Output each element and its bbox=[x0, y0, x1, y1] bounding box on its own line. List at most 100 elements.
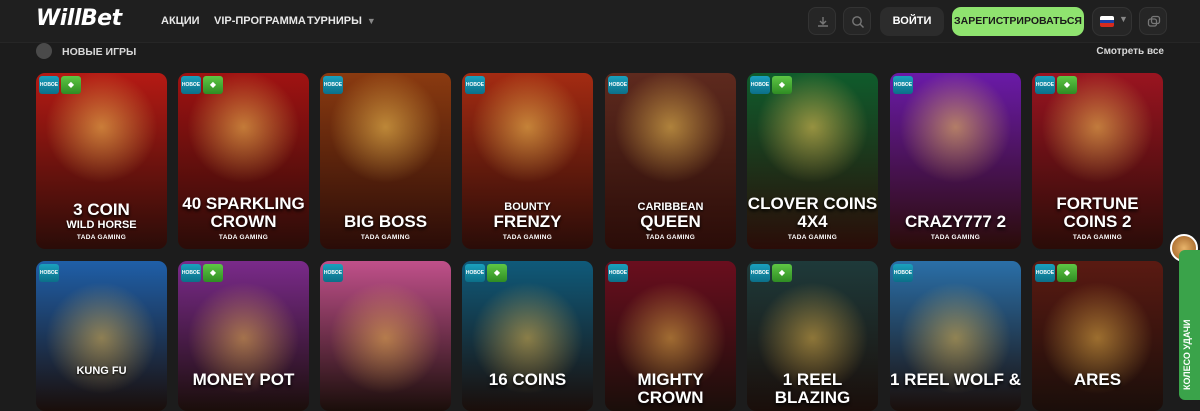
nav-vip-program[interactable]: VIP-ПРОГРАММА bbox=[214, 15, 306, 27]
gem-badge-icon: ◆ bbox=[203, 76, 223, 94]
game-artwork bbox=[320, 261, 451, 401]
game-card[interactable]: НОВОЕ ◆ ARES bbox=[1032, 261, 1163, 411]
card-badges: НОВОЕ ◆ bbox=[181, 76, 223, 94]
card-badges: НОВОЕ bbox=[893, 76, 913, 94]
card-badges: НОВОЕ bbox=[608, 76, 628, 94]
game-title-main: 3 COIN bbox=[73, 200, 130, 219]
game-title-main: FORTUNE COINS 2 bbox=[1056, 194, 1139, 231]
top-header: WillBet АКЦИИ VIP-ПРОГРАММА ТУРНИРЫ ▼ ВОЙ… bbox=[0, 0, 1200, 43]
game-title: 3 COIN WILD HORSE TADA GAMING bbox=[36, 200, 167, 242]
game-title: BOUNTY FRENZY TADA GAMING bbox=[462, 201, 593, 241]
game-card[interactable]: НОВОЕ CARIBBEAN QUEEN TADA GAMING bbox=[605, 73, 736, 249]
card-badges: НОВОЕ bbox=[323, 264, 343, 282]
game-title: 16 COINS bbox=[462, 371, 593, 389]
new-badge: НОВОЕ bbox=[181, 76, 201, 94]
download-button[interactable] bbox=[808, 7, 836, 35]
chat-button[interactable] bbox=[1139, 7, 1167, 35]
card-badges: НОВОЕ ◆ bbox=[750, 264, 792, 282]
game-card[interactable]: НОВОЕ ◆ CLOVER COINS 4X4 TADA GAMING bbox=[747, 73, 878, 249]
new-badge: НОВОЕ bbox=[893, 264, 913, 282]
card-badges: НОВОЕ ◆ bbox=[39, 76, 81, 94]
willbet-logo[interactable]: WillBet bbox=[36, 6, 122, 31]
login-button[interactable]: ВОЙТИ bbox=[880, 7, 944, 36]
game-provider: TADA GAMING bbox=[502, 234, 553, 241]
card-badges: НОВОЕ bbox=[323, 76, 343, 94]
game-card[interactable]: НОВОЕ ◆ MONEY POT bbox=[178, 261, 309, 411]
language-selector[interactable]: ▼ bbox=[1092, 7, 1132, 36]
game-title-main: QUEEN bbox=[640, 212, 701, 231]
nav-tournaments[interactable]: ТУРНИРЫ ▼ bbox=[307, 15, 376, 27]
game-card[interactable]: НОВОЕ ◆ FORTUNE COINS 2 TADA GAMING bbox=[1032, 73, 1163, 249]
nav-label: ТУРНИРЫ bbox=[307, 15, 362, 27]
card-badges: НОВОЕ bbox=[608, 264, 628, 282]
new-badge: НОВОЕ bbox=[1035, 76, 1055, 94]
game-card[interactable]: НОВОЕ ◆ 16 COINS bbox=[462, 261, 593, 411]
game-provider: TADA GAMING bbox=[787, 234, 838, 241]
game-title: CARIBBEAN QUEEN TADA GAMING bbox=[605, 201, 736, 241]
game-provider: TADA GAMING bbox=[218, 234, 269, 241]
new-badge: НОВОЕ bbox=[1035, 264, 1055, 282]
new-badge: НОВОЕ bbox=[893, 76, 913, 94]
game-title: CRAZY777 2 TADA GAMING bbox=[890, 212, 1021, 242]
game-card[interactable]: НОВОЕ ◆ 40 SPARKLING CROWN TADA GAMING bbox=[178, 73, 309, 249]
card-badges: НОВОЕ bbox=[465, 76, 485, 94]
game-provider: TADA GAMING bbox=[76, 234, 127, 241]
card-badges: НОВОЕ bbox=[39, 264, 59, 282]
flag-ru-icon bbox=[1100, 16, 1114, 27]
new-badge: НОВОЕ bbox=[608, 76, 628, 94]
register-button[interactable]: ЗАРЕГИСТРИРОВАТЬСЯ bbox=[952, 7, 1084, 36]
gem-badge-icon: ◆ bbox=[487, 264, 507, 282]
game-provider: TADA GAMING bbox=[645, 234, 696, 241]
game-card[interactable]: НОВОЕ CRAZY777 2 TADA GAMING bbox=[890, 73, 1021, 249]
game-artwork bbox=[36, 261, 167, 401]
gem-badge-icon: ◆ bbox=[772, 76, 792, 94]
wheel-label: КОЛЕСО УДАЧИ bbox=[1182, 319, 1192, 390]
card-badges: НОВОЕ ◆ bbox=[1035, 264, 1077, 282]
gem-badge-icon: ◆ bbox=[61, 76, 81, 94]
game-title: ARES bbox=[1032, 371, 1163, 389]
search-button[interactable] bbox=[843, 7, 871, 35]
game-card[interactable]: НОВОЕ ◆ 3 COIN WILD HORSE TADA GAMING bbox=[36, 73, 167, 249]
game-card[interactable]: НОВОЕ BIG BOSS TADA GAMING bbox=[320, 73, 451, 249]
game-card[interactable]: НОВОЕ MIGHTY CROWN bbox=[605, 261, 736, 411]
game-title: KUNG FU bbox=[36, 365, 167, 377]
game-title-main: KUNG FU bbox=[76, 365, 127, 377]
game-title: CLOVER COINS 4X4 TADA GAMING bbox=[747, 194, 878, 242]
game-title-main: CRAZY777 2 bbox=[904, 212, 1007, 231]
download-icon bbox=[818, 17, 828, 27]
game-title: FORTUNE COINS 2 TADA GAMING bbox=[1032, 194, 1163, 242]
game-title: MIGHTY CROWN bbox=[605, 371, 736, 407]
card-badges: НОВОЕ ◆ bbox=[750, 76, 792, 94]
game-title-main: ARES bbox=[1073, 370, 1122, 389]
game-card[interactable]: НОВОЕ bbox=[320, 261, 451, 411]
new-badge: НОВОЕ bbox=[465, 76, 485, 94]
game-card[interactable]: НОВОЕ 1 REEL WOLF & bbox=[890, 261, 1021, 411]
game-card[interactable]: НОВОЕ KUNG FU bbox=[36, 261, 167, 411]
game-card[interactable]: НОВОЕ ◆ 1 REEL BLAZING bbox=[747, 261, 878, 411]
gem-badge-icon: ◆ bbox=[203, 264, 223, 282]
game-title-main: CLOVER COINS 4X4 bbox=[747, 194, 878, 231]
new-badge: НОВОЕ bbox=[181, 264, 201, 282]
game-title: 1 REEL BLAZING bbox=[747, 371, 878, 407]
game-title: BIG BOSS TADA GAMING bbox=[320, 213, 451, 242]
game-provider: TADA GAMING bbox=[1072, 234, 1123, 241]
card-badges: НОВОЕ ◆ bbox=[181, 264, 223, 282]
new-badge: НОВОЕ bbox=[323, 76, 343, 94]
gem-badge-icon: ◆ bbox=[1057, 264, 1077, 282]
chevron-down-icon: ▼ bbox=[1119, 14, 1128, 24]
game-card[interactable]: НОВОЕ BOUNTY FRENZY TADA GAMING bbox=[462, 73, 593, 249]
game-title-main: MIGHTY CROWN bbox=[637, 370, 704, 407]
see-all-link[interactable]: Смотреть все bbox=[1096, 46, 1164, 57]
wheel-of-fortune-tab[interactable]: КОЛЕСО УДАЧИ bbox=[1179, 250, 1200, 400]
game-title: 40 SPARKLING CROWN TADA GAMING bbox=[178, 195, 309, 242]
gem-badge-icon: ◆ bbox=[1057, 76, 1077, 94]
new-badge: НОВОЕ bbox=[750, 76, 770, 94]
logo-text: WillBet bbox=[36, 6, 122, 31]
nav-promotions[interactable]: АКЦИИ bbox=[161, 15, 200, 27]
section-title: НОВЫЕ ИГРЫ bbox=[62, 46, 137, 58]
new-badge: НОВОЕ bbox=[608, 264, 628, 282]
new-games-icon bbox=[36, 43, 52, 59]
new-badge: НОВОЕ bbox=[39, 76, 59, 94]
chevron-down-icon: ▼ bbox=[366, 16, 376, 26]
gem-badge-icon: ◆ bbox=[772, 264, 792, 282]
